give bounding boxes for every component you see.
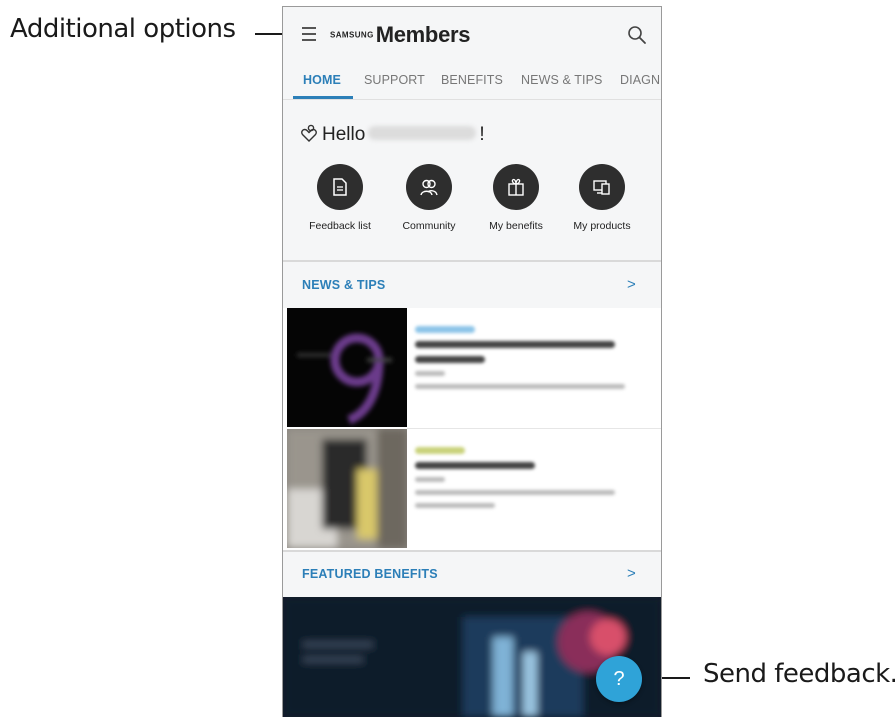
section-divider [283,550,661,552]
quick-action-circle [579,164,625,210]
devices-icon [593,180,610,195]
news-text-blurred [415,326,651,397]
app-logo: SAMSUNGMembers [330,22,471,50]
news-thumbnail [287,308,407,427]
callout-send-feedback: Send feedback. [703,659,895,689]
quick-action-community[interactable]: Community [389,164,469,232]
menu-icon[interactable] [302,27,316,41]
blurred-user-name [368,126,477,140]
tab-diagnostics[interactable]: DIAGN [620,73,660,87]
quick-action-my-benefits[interactable]: My benefits [476,164,556,232]
news-card[interactable] [283,429,661,550]
search-icon[interactable] [627,25,647,45]
person-photo-image [287,429,407,548]
hello-suffix: ! [479,124,485,145]
tab-home[interactable]: HOME [303,73,341,87]
heart-person-icon [301,124,317,142]
quick-action-label: My products [573,220,631,232]
quick-action-label: Community [402,220,456,232]
callout-additional-options: Additional options [10,14,236,44]
tab-news-tips[interactable]: NEWS & TIPS [521,73,602,87]
document-icon [333,178,347,196]
brand-samsung: SAMSUNG [330,30,374,40]
quick-action-label: My benefits [489,220,543,232]
hello-text: Hello [322,124,366,145]
quick-action-circle [406,164,452,210]
tab-support[interactable]: SUPPORT [364,73,425,87]
featured-benefits-header[interactable]: FEATURED BENEFITS > [283,553,661,597]
quick-action-feedback-list[interactable]: Feedback list [300,164,380,232]
galaxy-s9-image [297,333,392,425]
tabs-divider [283,99,661,100]
news-tips-header[interactable]: NEWS & TIPS > [283,264,661,308]
send-feedback-button[interactable]: ? [596,656,642,702]
quick-action-my-products[interactable]: My products [562,164,642,232]
quick-action-label: Feedback list [309,220,371,232]
gift-icon [508,178,524,196]
app-bar: SAMSUNGMembers [283,7,661,63]
tab-bar: HOME SUPPORT BENEFITS NEWS & TIPS DIAGN [283,65,661,99]
people-icon [420,179,438,196]
chevron-right-icon[interactable]: > [627,565,636,582]
news-text-blurred [415,447,651,516]
greeting: Hello! [300,124,485,146]
phone-screen: SAMSUNGMembers HOME SUPPORT BENEFITS NEW… [282,6,662,717]
question-mark-icon: ? [613,668,625,690]
news-card[interactable] [283,308,661,429]
brand-members: Members [375,22,471,47]
quick-action-circle [493,164,539,210]
quick-action-circle [317,164,363,210]
section-divider [283,260,661,262]
tab-benefits[interactable]: BENEFITS [441,73,503,87]
featured-benefits-title: FEATURED BENEFITS [302,567,438,581]
news-tips-title: NEWS & TIPS [302,278,386,292]
chevron-right-icon[interactable]: > [627,276,636,293]
news-thumbnail [287,429,407,548]
